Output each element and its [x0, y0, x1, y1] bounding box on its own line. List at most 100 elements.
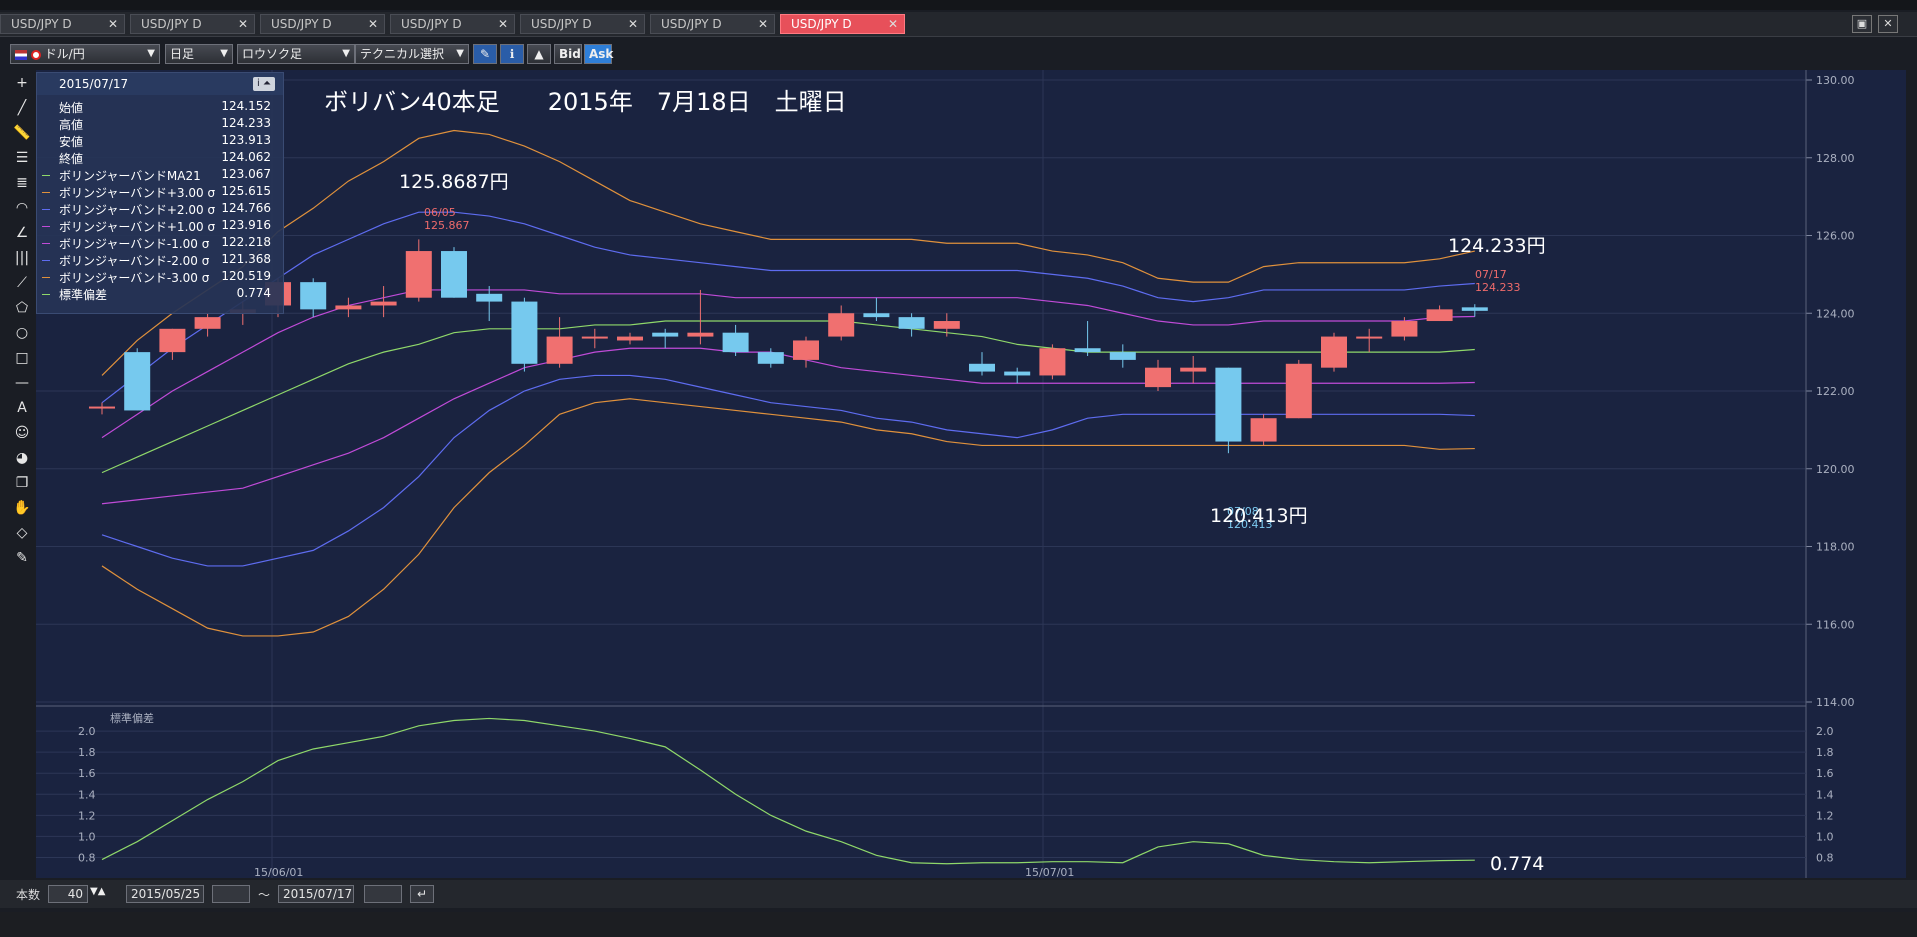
crosshair-icon[interactable]: + [10, 72, 34, 94]
eraser-icon[interactable]: ◇ [10, 522, 34, 544]
ohlc-info-panel: 2015/07/17 i ⏶ 始値 124.152 高値 124.233 安値 123.9… [36, 72, 284, 314]
edit-icon[interactable]: ✎ [10, 547, 34, 569]
arc-icon[interactable]: ◠ [10, 197, 34, 219]
timeframe-select[interactable]: 日足 ▼ [165, 44, 233, 64]
count-input[interactable]: 40 [48, 885, 88, 903]
pentagon-icon[interactable]: ⬠ [10, 297, 34, 319]
tab-usdjpy-active[interactable]: USD/JPY D ✕ [780, 14, 905, 34]
ask-button[interactable]: Ask [584, 44, 613, 64]
chart-background [36, 70, 1906, 878]
tab-usdjpy-2[interactable]: USD/JPY D ✕ [130, 14, 255, 34]
ruler-icon[interactable]: 📏 [10, 122, 34, 144]
chevron-down-icon: ▼ [220, 48, 228, 59]
std-tick-label-left: 0.8 [78, 851, 96, 864]
date-from-field[interactable]: 2015/05/25 [126, 885, 204, 903]
candle-body [617, 336, 643, 341]
chart-area-button[interactable]: ▲ [527, 44, 551, 64]
close-icon[interactable]: ✕ [238, 15, 248, 33]
tab-usdjpy-4[interactable]: USD/JPY D ✕ [390, 14, 515, 34]
candle-body [335, 305, 362, 310]
info-row-name: 安値 [59, 135, 84, 149]
close-icon[interactable]: ✕ [368, 15, 378, 33]
currency-pair-select[interactable]: ドル/円 ▼ [10, 44, 160, 64]
close-icon[interactable]: ✕ [758, 15, 768, 33]
fan-icon[interactable]: ∠ [10, 222, 34, 244]
candle-body [793, 340, 819, 360]
info-row-name: 終値 [59, 152, 84, 166]
std-tick-label-left: 1.4 [78, 788, 96, 801]
copy-icon[interactable]: ❐ [10, 472, 34, 494]
info-row-name: ボリンジャーバンド+3.00 σ [59, 186, 216, 200]
gann-icon[interactable]: ⟋ [10, 272, 34, 294]
tab-bar: USD/JPY D ✕ USD/JPY D ✕ USD/JPY D ✕ USD/JPY… [0, 12, 1917, 37]
candle-body [159, 328, 186, 353]
info-row-value: 121.368 [221, 252, 271, 266]
restore-window-button[interactable]: ▣ [1852, 15, 1872, 33]
info-row-value: 123.916 [221, 218, 271, 232]
info-button[interactable]: ℹ [500, 44, 524, 64]
horizontal-lines-icon[interactable]: ☰ [10, 147, 34, 169]
trendline-icon[interactable]: ╱ [10, 97, 34, 119]
close-icon[interactable]: ✕ [498, 15, 508, 33]
date-from: 2015/05/25 [131, 887, 201, 901]
close-icon[interactable]: ✕ [108, 15, 118, 33]
smiley-icon[interactable]: ☺ [10, 422, 34, 444]
std-tick-label-left: 1.0 [78, 830, 96, 843]
count-stepper[interactable]: ▼▲ [90, 886, 105, 897]
pencil-button[interactable]: ✎ [473, 44, 497, 64]
time-from-field[interactable] [212, 885, 250, 903]
price-tick-label: 120.00 [1816, 463, 1855, 476]
std-tick-label-right: 2.0 [1816, 725, 1834, 738]
tab-label: USD/JPY D [271, 17, 332, 31]
close-icon[interactable]: ✕ [628, 15, 638, 33]
info-row-value: 0.774 [236, 286, 271, 300]
apply-button[interactable]: ↵ [410, 885, 434, 903]
tab-usdjpy-3[interactable]: USD/JPY D ✕ [260, 14, 385, 34]
text-icon[interactable]: A [10, 397, 34, 419]
circle-icon[interactable]: ○ [10, 322, 34, 344]
info-row-name: ボリンジャーバンド-2.00 σ [59, 254, 210, 268]
tab-usdjpy-6[interactable]: USD/JPY D ✕ [650, 14, 775, 34]
rectangle-icon[interactable]: □ [10, 347, 34, 369]
std-tick-label-right: 0.8 [1816, 851, 1834, 864]
std-tick-label-right: 1.2 [1816, 809, 1834, 822]
chevron-down-icon: ▼ [456, 48, 464, 59]
info-row-name: 高値 [59, 118, 84, 132]
price-tick-label: 122.00 [1816, 385, 1855, 398]
info-row-value: 125.615 [221, 184, 271, 198]
std-annotation: 0.774 [1490, 853, 1544, 875]
candle-body [546, 336, 573, 364]
candle-body [1461, 307, 1488, 311]
info-icon: ℹ [509, 47, 515, 61]
tab-usdjpy-5[interactable]: USD/JPY D ✕ [520, 14, 645, 34]
info-row-name: 始値 [59, 101, 84, 115]
bid-button[interactable]: Bid [554, 44, 582, 64]
collapse-button[interactable]: i ⏶ [253, 77, 275, 91]
vertical-lines-icon[interactable]: ||| [10, 247, 34, 269]
last-mark-date: 07/17 [1475, 268, 1507, 281]
candle-body [1391, 321, 1418, 337]
info-row-value: 124.766 [221, 201, 271, 215]
chart-type-select[interactable]: ロウソク足 ▼ [237, 44, 355, 64]
tab-usdjpy-1[interactable]: USD/JPY D ✕ [0, 14, 125, 34]
time-to-field[interactable] [364, 885, 402, 903]
info-row: ボリンジャーバンド-3.00 σ 120.519 [37, 269, 283, 285]
date-to-field[interactable]: 2015/07/17 [278, 885, 354, 903]
close-window-button[interactable]: ✕ [1878, 15, 1898, 33]
price-chart[interactable]: 130.00 128.00 126.00 124.00 122.00 120.00 118.… [36, 70, 1906, 878]
series-swatch [42, 260, 50, 261]
series-swatch [42, 243, 50, 244]
close-icon[interactable]: ✕ [888, 15, 898, 33]
technical-select[interactable]: テクニカル選択 ▼ [355, 44, 469, 64]
hline-icon[interactable]: — [10, 372, 34, 394]
series-swatch [42, 175, 50, 176]
candle-body [1074, 348, 1101, 353]
chart-type-label: ロウソク足 [242, 47, 303, 61]
fibonacci-icon[interactable]: ≣ [10, 172, 34, 194]
std-tick-label-right: 1.8 [1816, 746, 1834, 759]
info-row: ボリンジャーバンド+2.00 σ 124.766 [37, 201, 283, 217]
info-row-name: ボリンジャーバンドMA21 [59, 169, 201, 183]
candle-body [1356, 336, 1383, 339]
hand-icon[interactable]: ✋ [10, 497, 34, 519]
pointer-icon[interactable]: ◕ [10, 447, 34, 469]
